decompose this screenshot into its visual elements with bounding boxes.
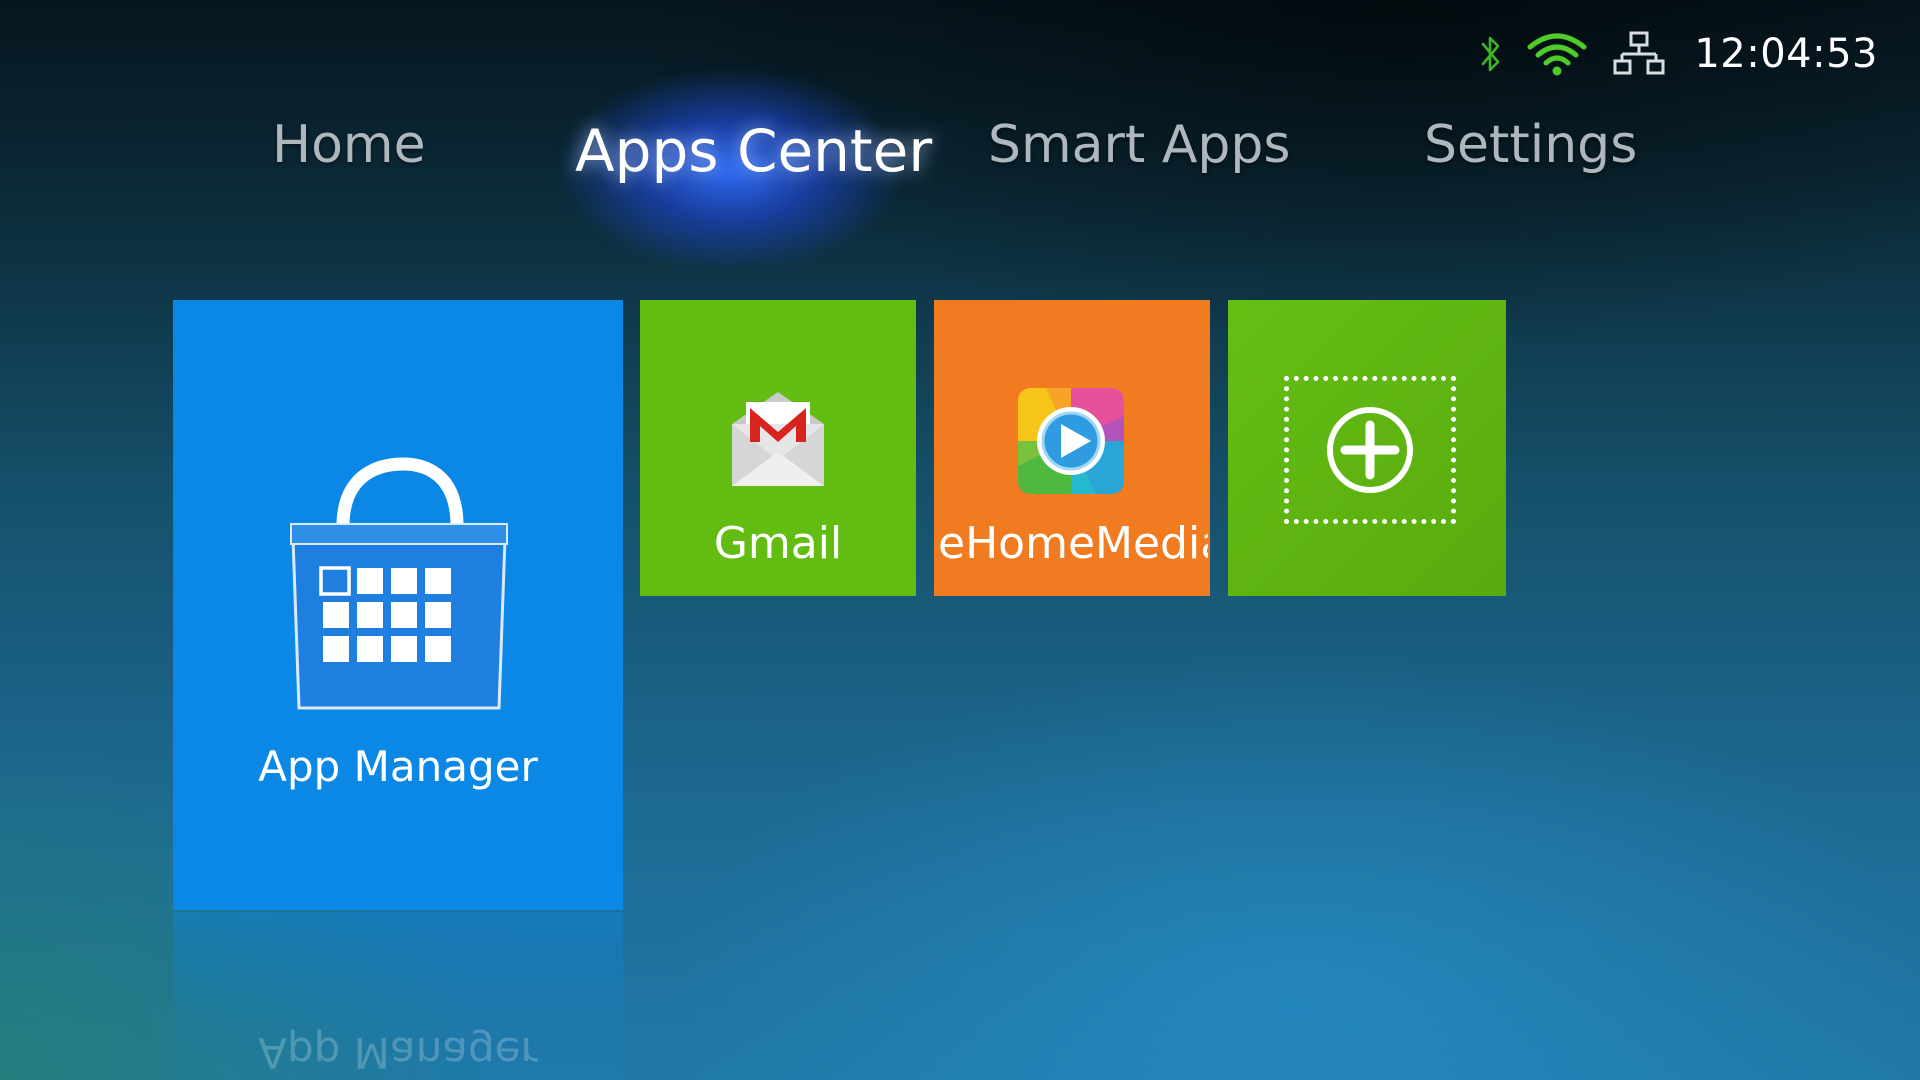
gmail-tile[interactable]: Gmail (640, 300, 916, 596)
clock-time: 12:04:53 (1694, 31, 1878, 77)
app-manager-label: App Manager (258, 742, 538, 791)
status-bar: 12:04:53 (1480, 30, 1878, 78)
app-manager-reflection: App Manager (173, 912, 623, 1080)
app-manager-reflection-label: App Manager (258, 1028, 538, 1077)
ehomemedia-tile[interactable]: eHomeMedia (934, 300, 1210, 596)
tab-apps-center[interactable]: Apps Center (575, 117, 932, 185)
wifi-icon (1527, 33, 1587, 76)
launcher-screen: 12:04:53 Home Apps Center Smart Apps Set… (0, 0, 1920, 1080)
tab-smart-apps[interactable]: Smart Apps (988, 115, 1291, 175)
shopping-bag-grid-icon (290, 457, 508, 710)
gmail-envelope-icon (732, 392, 824, 486)
ethernet-icon (1613, 31, 1665, 75)
media-play-icon (1018, 388, 1124, 494)
add-app-dotted-frame (1284, 376, 1456, 524)
bluetooth-icon (1482, 36, 1500, 72)
add-app-tile[interactable] (1228, 300, 1506, 596)
app-manager-tile[interactable]: App Manager (173, 300, 623, 910)
tab-home[interactable]: Home (272, 115, 426, 175)
tab-settings[interactable]: Settings (1424, 115, 1637, 175)
add-plus-icon (1327, 407, 1413, 493)
gmail-label: Gmail (713, 518, 843, 569)
ehomemedia-label: eHomeMedia (938, 518, 1208, 569)
top-nav: Home Apps Center Smart Apps Settings (0, 70, 1920, 270)
